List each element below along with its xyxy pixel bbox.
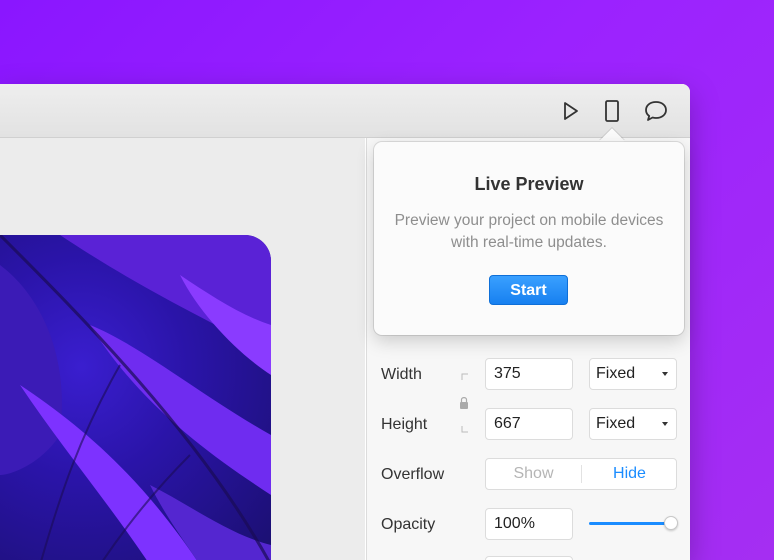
width-input[interactable]: 375 (485, 358, 573, 390)
overflow-hide-option[interactable]: Hide (582, 459, 677, 489)
live-preview-popover: Live Preview Preview your project on mob… (374, 142, 684, 335)
toolbar (0, 84, 690, 138)
height-mode-value: Fixed (596, 415, 636, 432)
overflow-segmented-control: Show Hide (485, 458, 677, 490)
opacity-slider-track[interactable] (589, 522, 671, 525)
lock-aspect-icon[interactable] (459, 370, 473, 440)
artboard-preview-image[interactable] (0, 235, 271, 560)
opacity-label: Opacity (381, 516, 436, 533)
opacity-input[interactable]: 100% (485, 508, 573, 540)
canvas-area[interactable] (0, 138, 365, 560)
leaf-image (0, 235, 271, 560)
play-icon[interactable] (557, 98, 583, 124)
width-mode-select[interactable]: Fixed (589, 358, 677, 390)
start-button[interactable]: Start (489, 275, 568, 305)
height-input[interactable]: 667 (485, 408, 573, 440)
opacity-slider-thumb[interactable] (664, 516, 678, 530)
device-preview-icon[interactable] (599, 98, 625, 124)
height-mode-select[interactable]: Fixed (589, 408, 677, 440)
next-field[interactable] (485, 556, 573, 560)
width-mode-value: Fixed (596, 365, 636, 382)
comment-icon[interactable] (643, 98, 669, 124)
width-label: Width (381, 366, 422, 383)
chevron-down-icon (662, 422, 668, 426)
chevron-down-icon (662, 372, 668, 376)
height-label: Height (381, 416, 428, 433)
popover-description: Preview your project on mobile devices w… (394, 212, 664, 251)
overflow-label: Overflow (381, 466, 445, 483)
overflow-show-option[interactable]: Show (486, 459, 581, 489)
popover-title: Live Preview (474, 174, 584, 194)
